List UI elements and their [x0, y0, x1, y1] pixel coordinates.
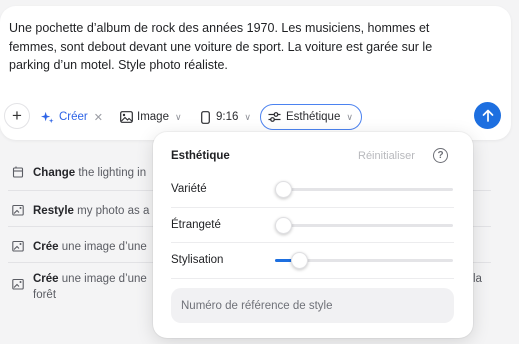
divider — [171, 207, 454, 208]
etrangete-slider[interactable] — [275, 217, 453, 234]
suggestion-verb: Restyle — [33, 205, 74, 217]
suggestion-verb: Crée — [33, 241, 59, 253]
suggestion-text: une image d’une — [58, 273, 147, 285]
help-circle-icon[interactable]: ? — [433, 148, 448, 163]
aesthetic-label: Esthétique — [286, 111, 341, 123]
suggestion-text: the lighting in — [75, 167, 147, 179]
submit-button[interactable] — [474, 102, 501, 129]
prompt-textarea[interactable]: Une pochette d’album de rock des années … — [9, 19, 469, 75]
stylisation-slider[interactable] — [275, 252, 453, 269]
suggestion-text: my photo as a — [73, 205, 150, 217]
suggestion-text: une image d’une — [58, 241, 147, 253]
image-edit-icon — [12, 240, 24, 252]
ratio-label: 9:16 — [216, 111, 239, 123]
panel-title: Esthétique — [171, 150, 230, 162]
plus-icon: + — [12, 106, 22, 125]
reset-button[interactable]: Réinitialiser — [358, 150, 415, 162]
mode-label: Créer — [59, 111, 88, 123]
type-label: Image — [137, 111, 169, 123]
chevron-down-icon: ∨ — [174, 111, 182, 122]
prompt-composer: Une pochette d’album de rock des années … — [0, 6, 511, 140]
suggestion-text-line2: forêt — [33, 289, 57, 301]
lighting-icon — [12, 166, 24, 178]
image-icon — [120, 111, 133, 123]
type-select[interactable]: Image ∨ — [120, 105, 182, 129]
slider-label-stylisation: Stylisation — [171, 254, 224, 266]
aesthetic-toggle[interactable]: Esthétique ∨ — [260, 104, 362, 130]
chevron-down-icon: ∨ — [346, 111, 353, 122]
sparkle-icon — [41, 111, 54, 123]
slider-handle[interactable] — [275, 217, 292, 234]
slider-handle[interactable] — [275, 181, 292, 198]
aesthetic-panel: Esthétique Réinitialiser ? Variété Étran… — [153, 132, 473, 338]
sliders-icon — [268, 112, 281, 122]
aspect-ratio-select[interactable]: 9:16 ∨ — [201, 105, 251, 129]
slider-label-etrangete: Étrangeté — [171, 219, 221, 231]
composer-toolbar: + Créer ✕ Image ∨ 9:16 ∨ Esthétique ∨ — [0, 102, 511, 130]
suggestion-verb: Crée — [33, 273, 59, 285]
slider-label-variete: Variété — [171, 183, 207, 195]
divider — [171, 278, 454, 279]
image-edit-icon — [12, 204, 24, 216]
suggestion-verb: Change — [33, 167, 76, 179]
mode-chip-creer[interactable]: Créer ✕ — [41, 105, 103, 129]
divider — [171, 242, 454, 243]
arrow-up-icon — [482, 109, 493, 122]
image-edit-icon — [12, 278, 24, 290]
slider-handle[interactable] — [291, 252, 309, 269]
chevron-down-icon: ∨ — [244, 111, 251, 122]
phone-portrait-icon — [201, 110, 210, 124]
suggestion-text-tail: la — [473, 273, 482, 285]
style-reference-input[interactable] — [171, 288, 454, 323]
close-icon[interactable]: ✕ — [94, 111, 103, 124]
add-button[interactable]: + — [4, 103, 30, 129]
variete-slider[interactable] — [275, 181, 453, 198]
